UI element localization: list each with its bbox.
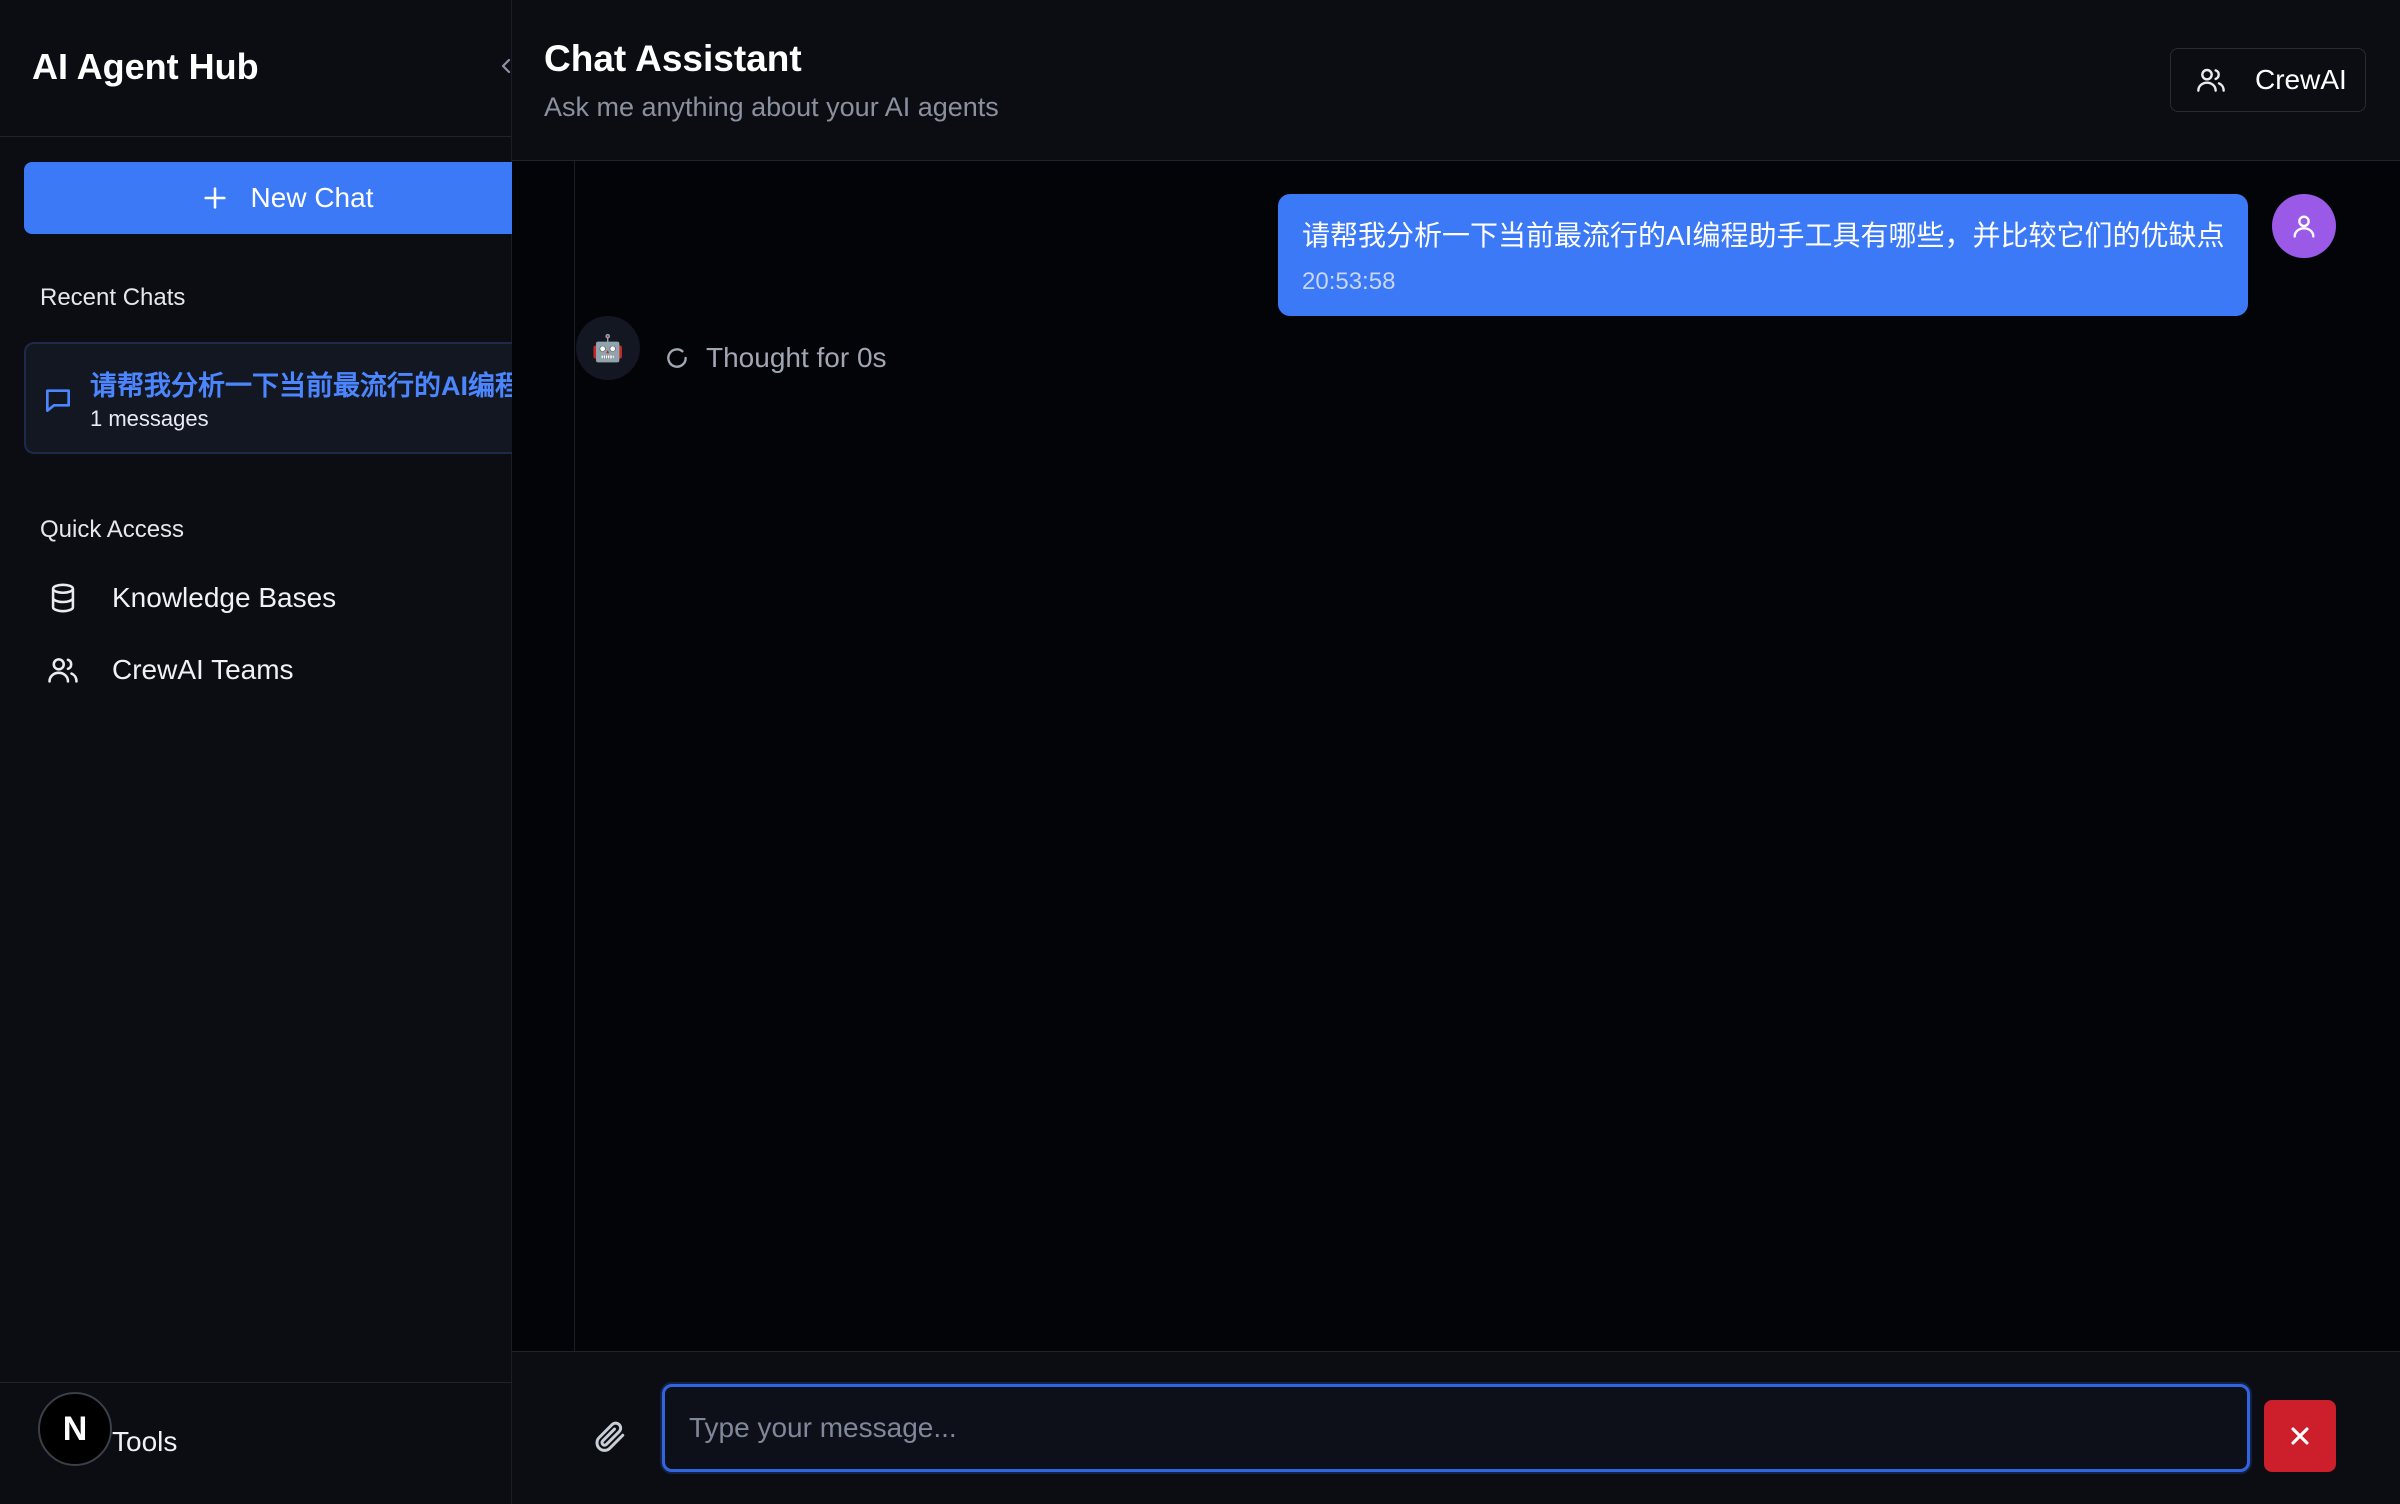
quick-access-label: CrewAI Teams — [112, 654, 294, 685]
app-title: AI Agent Hub — [32, 46, 259, 87]
crewai-button[interactable]: CrewAI — [2170, 48, 2366, 112]
quick-access-knowledge-bases[interactable]: Knowledge Bases — [46, 574, 336, 622]
sidebar: AI Agent Hub New Chat Recent Chats 请帮我分析… — [0, 0, 550, 1504]
stop-button[interactable] — [2264, 1400, 2336, 1472]
user-message-bubble: 请帮我分析一下当前最流行的AI编程助手工具有哪些，并比较它们的优缺点 20:53… — [1278, 194, 2248, 316]
main-header: Chat Assistant Ask me anything about you… — [512, 0, 2400, 161]
chat-divider — [574, 161, 575, 1351]
page-subtitle: Ask me anything about your AI agents — [544, 92, 999, 122]
paperclip-icon[interactable] — [592, 1418, 628, 1454]
loading-spinner-icon — [667, 348, 687, 368]
user-message-time: 20:53:58 — [1302, 268, 1396, 295]
thinking-status: Thought for 0s — [664, 342, 887, 374]
users-icon — [2197, 68, 2225, 92]
message-square-icon — [46, 389, 70, 412]
recent-chats-heading: Recent Chats — [40, 284, 186, 311]
chat-area — [512, 161, 2400, 1351]
page-title: Chat Assistant — [544, 38, 802, 79]
recent-chat-title: 请帮我分析一下当前最流行的AI编程助 — [90, 371, 549, 401]
bot-avatar: 🤖 — [576, 316, 640, 380]
n-logo-badge[interactable]: N — [38, 1392, 112, 1466]
users-icon — [48, 658, 78, 683]
recent-chat-item[interactable]: 请帮我分析一下当前最流行的AI编程助 1 messages — [24, 342, 550, 454]
user-icon — [2293, 215, 2315, 238]
sidebar-header: AI Agent Hub — [0, 0, 511, 137]
user-avatar — [2272, 194, 2336, 258]
user-message-text: 请帮我分析一下当前最流行的AI编程助手工具有哪些，并比较它们的优缺点 — [1302, 220, 2225, 251]
recent-chat-count: 1 messages — [90, 406, 209, 431]
crewai-button-label: CrewAI — [2255, 64, 2347, 95]
close-icon — [2291, 1427, 2309, 1445]
quick-access-label: Knowledge Bases — [112, 582, 337, 613]
new-chat-label: New Chat — [250, 182, 374, 213]
quick-access-heading: Quick Access — [40, 516, 185, 543]
tools-label[interactable]: Tools — [112, 1426, 177, 1458]
message-input[interactable] — [662, 1384, 2250, 1472]
thinking-status-text: Thought for 0s — [706, 342, 887, 373]
quick-access-crewai-teams[interactable]: CrewAI Teams — [46, 646, 294, 694]
database-icon — [51, 583, 75, 613]
plus-icon — [203, 187, 226, 209]
new-chat-button[interactable]: New Chat — [24, 162, 550, 234]
